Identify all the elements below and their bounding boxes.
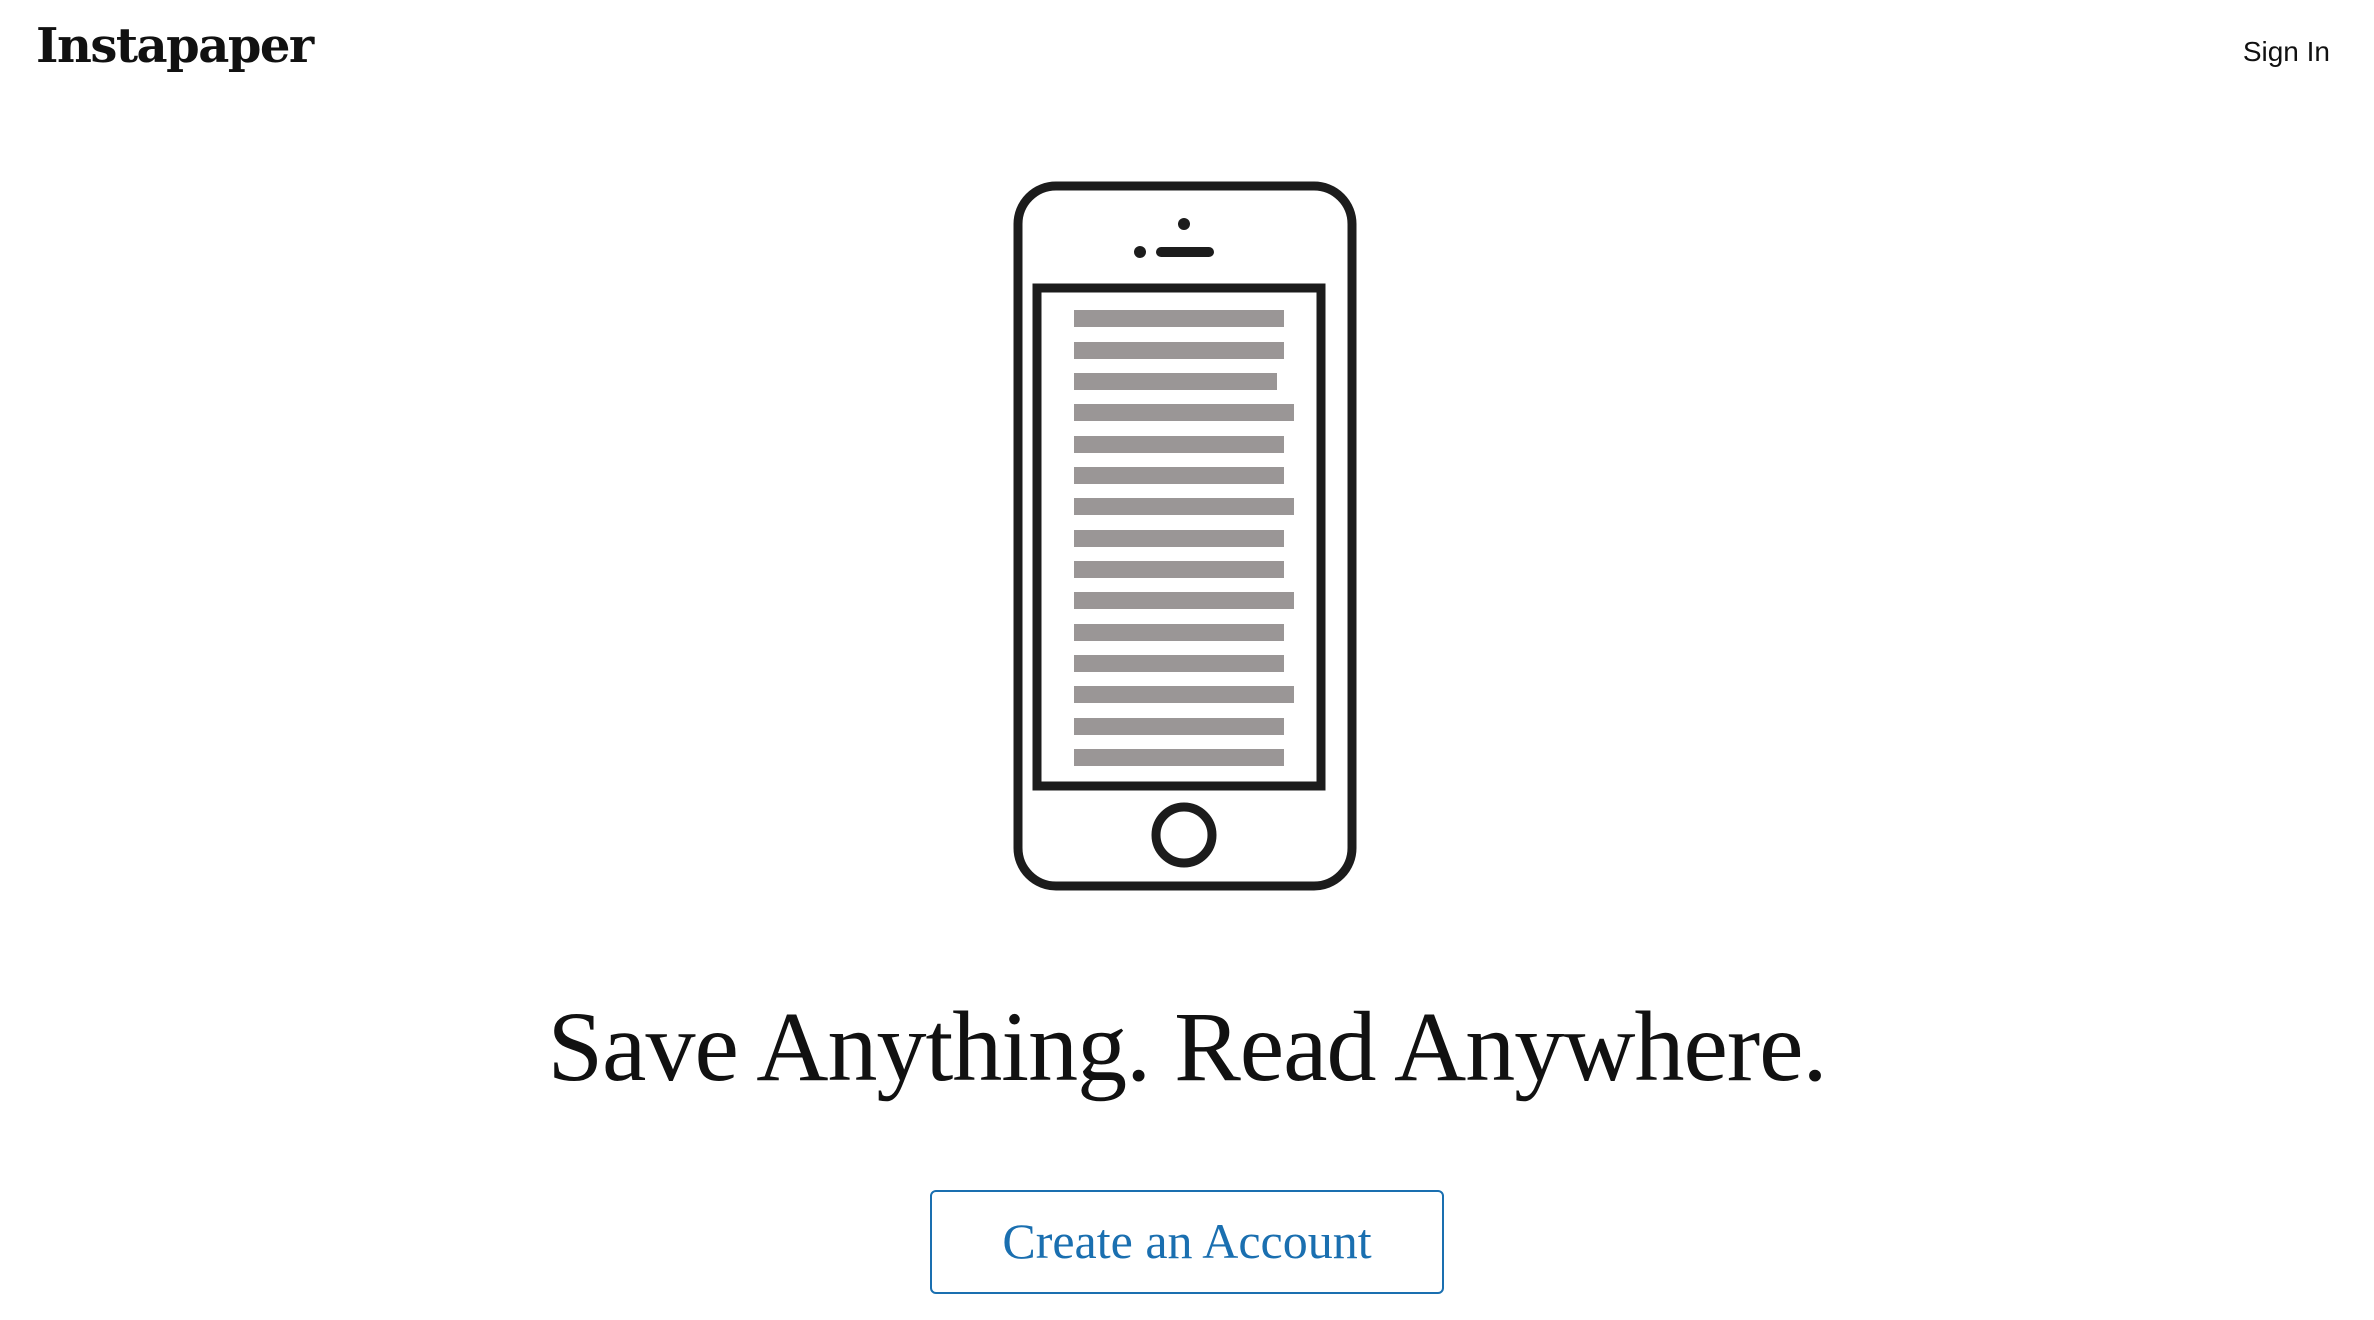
logo[interactable]: Instapaper xyxy=(36,22,314,70)
phone-reading-icon xyxy=(1012,180,1358,900)
hero-section xyxy=(0,180,2374,900)
hero-headline: Save Anything. Read Anywhere. xyxy=(547,991,1827,1102)
cta-container: Create an Account xyxy=(0,1190,2374,1294)
sign-in-link[interactable]: Sign In xyxy=(2243,38,2330,66)
site-header: Instapaper Sign In xyxy=(0,0,2374,110)
create-account-button[interactable]: Create an Account xyxy=(930,1190,1444,1294)
